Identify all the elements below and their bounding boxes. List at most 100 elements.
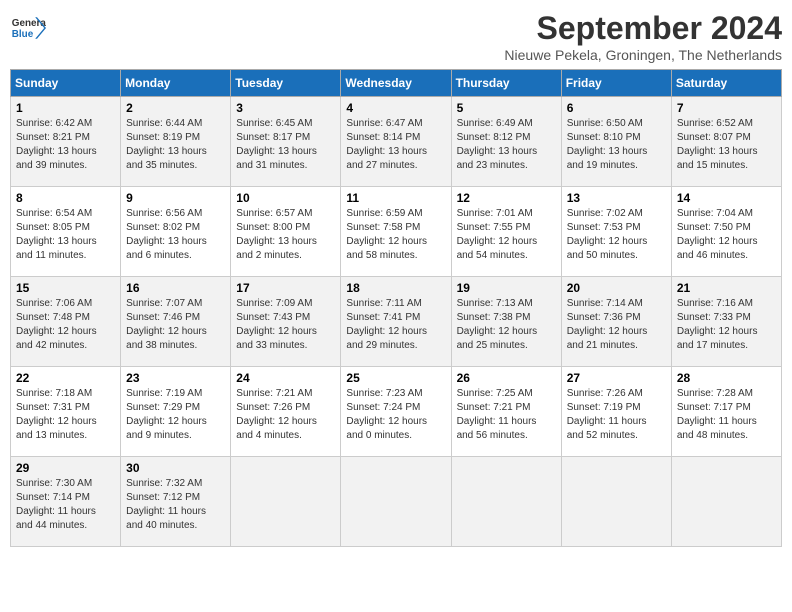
day-info: Sunrise: 6:50 AM Sunset: 8:10 PM Dayligh…	[567, 117, 666, 173]
calendar-cell: 8 Sunrise: 6:54 AM Sunset: 8:05 PM Daylig…	[11, 187, 121, 277]
day-number: 24	[236, 371, 335, 385]
calendar-cell	[231, 457, 341, 547]
calendar-cell	[451, 457, 561, 547]
calendar-cell: 18Sunrise: 7:11 AM Sunset: 7:41 PM Dayli…	[341, 277, 451, 367]
day-info: Sunrise: 7:30 AM Sunset: 7:14 PM Dayligh…	[16, 477, 115, 533]
calendar-cell: 10 Sunrise: 6:57 AM Sunset: 8:00 PM Dayli…	[231, 187, 341, 277]
col-monday: Monday	[121, 70, 231, 97]
col-thursday: Thursday	[451, 70, 561, 97]
calendar-cell: 2 Sunrise: 6:44 AM Sunset: 8:19 PM Daylig…	[121, 97, 231, 187]
subtitle: Nieuwe Pekela, Groningen, The Netherland…	[504, 47, 782, 63]
col-saturday: Saturday	[671, 70, 781, 97]
calendar-week-row: 22Sunrise: 7:18 AM Sunset: 7:31 PM Dayli…	[11, 367, 782, 457]
day-number: 8	[16, 191, 115, 205]
day-number: 25	[346, 371, 445, 385]
day-number: 12	[457, 191, 556, 205]
calendar-cell: 7 Sunrise: 6:52 AM Sunset: 8:07 PM Daylig…	[671, 97, 781, 187]
calendar-header-row: Sunday Monday Tuesday Wednesday Thursday…	[11, 70, 782, 97]
calendar-cell	[561, 457, 671, 547]
calendar-cell: 20 Sunrise: 7:14 AM Sunset: 7:36 PM Dayli…	[561, 277, 671, 367]
day-info: Sunrise: 7:16 AM Sunset: 7:33 PM Dayligh…	[677, 297, 776, 353]
day-info: Sunrise: 7:01 AM Sunset: 7:55 PM Dayligh…	[457, 207, 556, 263]
calendar-cell: 21 Sunrise: 7:16 AM Sunset: 7:33 PM Dayli…	[671, 277, 781, 367]
day-info: Sunrise: 6:52 AM Sunset: 8:07 PM Dayligh…	[677, 117, 776, 173]
day-info: Sunrise: 6:59 AM Sunset: 7:58 PM Dayligh…	[346, 207, 445, 263]
day-info: Sunrise: 7:06 AM Sunset: 7:48 PM Dayligh…	[16, 297, 115, 353]
calendar-cell: 28 Sunrise: 7:28 AM Sunset: 7:17 PM Dayli…	[671, 367, 781, 457]
day-info: Sunrise: 6:54 AM Sunset: 8:05 PM Dayligh…	[16, 207, 115, 263]
day-info: Sunrise: 6:45 AM Sunset: 8:17 PM Dayligh…	[236, 117, 335, 173]
day-number: 11	[346, 191, 445, 205]
calendar: Sunday Monday Tuesday Wednesday Thursday…	[10, 69, 782, 547]
calendar-cell: 17 Sunrise: 7:09 AM Sunset: 7:43 PM Dayli…	[231, 277, 341, 367]
calendar-cell: 27Sunrise: 7:26 AM Sunset: 7:19 PM Dayli…	[561, 367, 671, 457]
day-number: 14	[677, 191, 776, 205]
calendar-cell: 12 Sunrise: 7:01 AM Sunset: 7:55 PM Dayli…	[451, 187, 561, 277]
calendar-cell: 15 Sunrise: 7:06 AM Sunset: 7:48 PM Dayli…	[11, 277, 121, 367]
day-number: 10	[236, 191, 335, 205]
day-info: Sunrise: 6:57 AM Sunset: 8:00 PM Dayligh…	[236, 207, 335, 263]
day-number: 26	[457, 371, 556, 385]
calendar-cell: 29Sunrise: 7:30 AM Sunset: 7:14 PM Dayli…	[11, 457, 121, 547]
calendar-cell: 4 Sunrise: 6:47 AM Sunset: 8:14 PM Daylig…	[341, 97, 451, 187]
day-info: Sunrise: 7:21 AM Sunset: 7:26 PM Dayligh…	[236, 387, 335, 443]
calendar-cell: 1 Sunrise: 6:42 AM Sunset: 8:21 PM Daylig…	[11, 97, 121, 187]
calendar-cell: 25 Sunrise: 7:23 AM Sunset: 7:24 PM Dayli…	[341, 367, 451, 457]
day-info: Sunrise: 7:25 AM Sunset: 7:21 PM Dayligh…	[457, 387, 556, 443]
day-number: 4	[346, 101, 445, 115]
day-number: 7	[677, 101, 776, 115]
day-info: Sunrise: 6:47 AM Sunset: 8:14 PM Dayligh…	[346, 117, 445, 173]
day-info: Sunrise: 6:42 AM Sunset: 8:21 PM Dayligh…	[16, 117, 115, 173]
calendar-cell: 3 Sunrise: 6:45 AM Sunset: 8:17 PM Daylig…	[231, 97, 341, 187]
calendar-cell: 22Sunrise: 7:18 AM Sunset: 7:31 PM Dayli…	[11, 367, 121, 457]
day-number: 19	[457, 281, 556, 295]
calendar-cell: 13 Sunrise: 7:02 AM Sunset: 7:53 PM Dayli…	[561, 187, 671, 277]
calendar-cell: 26 Sunrise: 7:25 AM Sunset: 7:21 PM Dayli…	[451, 367, 561, 457]
day-info: Sunrise: 7:13 AM Sunset: 7:38 PM Dayligh…	[457, 297, 556, 353]
day-info: Sunrise: 7:28 AM Sunset: 7:17 PM Dayligh…	[677, 387, 776, 443]
svg-text:Blue: Blue	[12, 29, 34, 40]
day-info: Sunrise: 6:56 AM Sunset: 8:02 PM Dayligh…	[126, 207, 225, 263]
day-number: 6	[567, 101, 666, 115]
day-info: Sunrise: 7:19 AM Sunset: 7:29 PM Dayligh…	[126, 387, 225, 443]
day-number: 23	[126, 371, 225, 385]
calendar-week-row: 8 Sunrise: 6:54 AM Sunset: 8:05 PM Daylig…	[11, 187, 782, 277]
day-number: 3	[236, 101, 335, 115]
title-area: September 2024 Nieuwe Pekela, Groningen,…	[504, 10, 782, 63]
calendar-cell: 11 Sunrise: 6:59 AM Sunset: 7:58 PM Dayli…	[341, 187, 451, 277]
day-info: Sunrise: 7:09 AM Sunset: 7:43 PM Dayligh…	[236, 297, 335, 353]
day-number: 27	[567, 371, 666, 385]
day-info: Sunrise: 6:44 AM Sunset: 8:19 PM Dayligh…	[126, 117, 225, 173]
month-year: September 2024	[504, 10, 782, 47]
day-number: 30	[126, 461, 225, 475]
day-info: Sunrise: 7:11 AM Sunset: 7:41 PM Dayligh…	[346, 297, 445, 353]
day-number: 1	[16, 101, 115, 115]
day-number: 15	[16, 281, 115, 295]
day-info: Sunrise: 7:02 AM Sunset: 7:53 PM Dayligh…	[567, 207, 666, 263]
day-number: 20	[567, 281, 666, 295]
calendar-cell: 30 Sunrise: 7:32 AM Sunset: 7:12 PM Dayli…	[121, 457, 231, 547]
col-tuesday: Tuesday	[231, 70, 341, 97]
day-info: Sunrise: 7:23 AM Sunset: 7:24 PM Dayligh…	[346, 387, 445, 443]
day-number: 17	[236, 281, 335, 295]
day-info: Sunrise: 7:14 AM Sunset: 7:36 PM Dayligh…	[567, 297, 666, 353]
day-number: 28	[677, 371, 776, 385]
calendar-cell: 5Sunrise: 6:49 AM Sunset: 8:12 PM Daylig…	[451, 97, 561, 187]
calendar-cell: 6 Sunrise: 6:50 AM Sunset: 8:10 PM Daylig…	[561, 97, 671, 187]
calendar-cell: 14 Sunrise: 7:04 AM Sunset: 7:50 PM Dayli…	[671, 187, 781, 277]
logo: General Blue	[10, 10, 46, 46]
calendar-cell: 23 Sunrise: 7:19 AM Sunset: 7:29 PM Dayli…	[121, 367, 231, 457]
day-number: 22	[16, 371, 115, 385]
calendar-week-row: 29Sunrise: 7:30 AM Sunset: 7:14 PM Dayli…	[11, 457, 782, 547]
calendar-cell: 19 Sunrise: 7:13 AM Sunset: 7:38 PM Dayli…	[451, 277, 561, 367]
calendar-week-row: 15 Sunrise: 7:06 AM Sunset: 7:48 PM Dayli…	[11, 277, 782, 367]
day-info: Sunrise: 7:32 AM Sunset: 7:12 PM Dayligh…	[126, 477, 225, 533]
calendar-cell: 24 Sunrise: 7:21 AM Sunset: 7:26 PM Dayli…	[231, 367, 341, 457]
day-number: 21	[677, 281, 776, 295]
day-number: 2	[126, 101, 225, 115]
day-number: 13	[567, 191, 666, 205]
day-info: Sunrise: 7:04 AM Sunset: 7:50 PM Dayligh…	[677, 207, 776, 263]
col-wednesday: Wednesday	[341, 70, 451, 97]
calendar-cell: 16Sunrise: 7:07 AM Sunset: 7:46 PM Dayli…	[121, 277, 231, 367]
col-sunday: Sunday	[11, 70, 121, 97]
